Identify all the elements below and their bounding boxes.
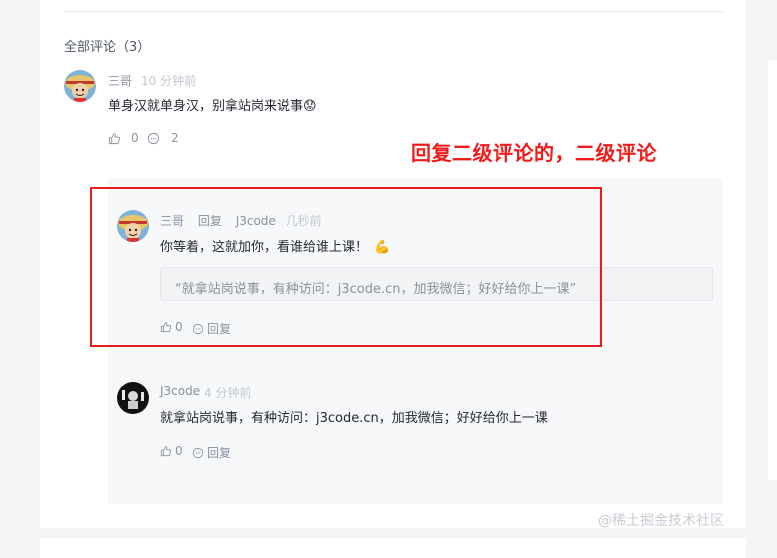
reply-count: 2 <box>171 131 179 145</box>
watermark: @稀土掘金技术社区 <box>598 513 724 529</box>
reply-button[interactable]: 回复 <box>192 444 231 461</box>
like-button[interactable]: 0 <box>160 444 183 458</box>
like-count: 0 <box>175 444 183 458</box>
highlight-box <box>90 187 602 347</box>
like-count: 0 <box>131 131 139 145</box>
reply-time: 4 分钟前 <box>204 386 252 400</box>
comment-text: 单身汉就单身汉，别拿站岗来说事😟 <box>108 95 317 114</box>
annotation-label: 回复二级评论的，二级评论 <box>411 141 657 165</box>
reply-label: 回复 <box>207 446 232 460</box>
reply-count-button[interactable]: 2 <box>147 131 179 145</box>
reply-author[interactable]: J3code <box>160 384 200 398</box>
sad-emoji-icon: 😟 <box>303 99 317 114</box>
comment-bubble-icon <box>147 132 160 144</box>
comments-header: 全部评论（3） <box>64 40 151 55</box>
next-panel <box>40 538 746 558</box>
comment-time: 10 分钟前 <box>141 74 197 88</box>
avatar[interactable] <box>64 70 96 102</box>
right-sidebar-card <box>768 60 777 480</box>
comment-text-body: 单身汉就单身汉，别拿站岗来说事 <box>108 99 304 114</box>
thumbs-up-icon <box>160 446 172 457</box>
like-button[interactable]: 0 <box>108 131 139 145</box>
thumbs-up-icon <box>108 132 120 144</box>
divider <box>64 11 723 12</box>
avatar[interactable] <box>117 382 149 414</box>
reply-text: 就拿站岗说事，有种访问：j3code.cn，加我微信；好好给你上一课 <box>160 411 548 426</box>
comment-author[interactable]: 三哥 <box>108 72 132 89</box>
comment-bubble-icon <box>192 447 204 458</box>
